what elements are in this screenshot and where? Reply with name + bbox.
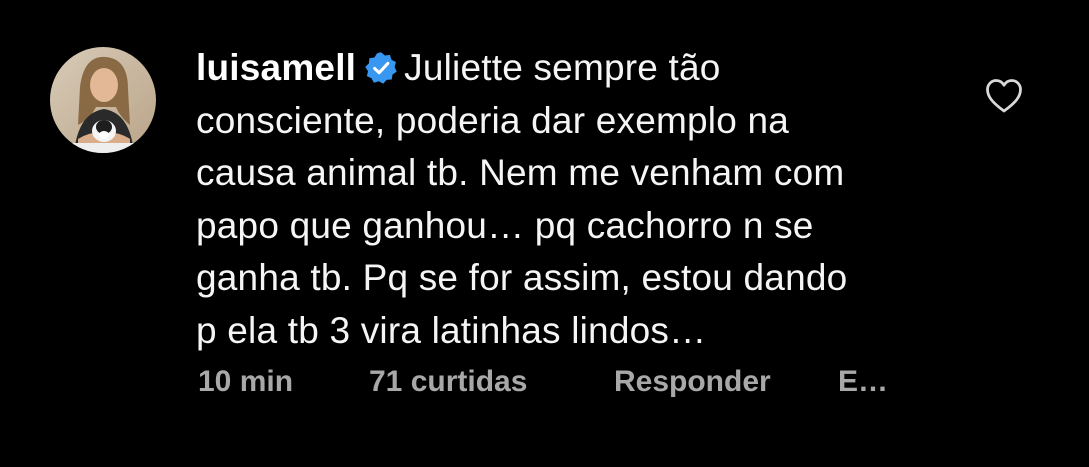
comment-item: luisamell Juliette sempre tão consciente,… — [0, 0, 1089, 467]
more-options-button[interactable]: E… — [838, 362, 888, 402]
comment-text: luisamell Juliette sempre tão consciente,… — [196, 42, 956, 357]
username-link[interactable]: luisamell — [196, 47, 356, 88]
reply-button[interactable]: Responder — [614, 362, 771, 402]
avatar-image — [50, 47, 156, 153]
comment-line-6: p ela tb 3 vira latinhas lindos… — [196, 309, 707, 351]
comment-first-line: luisamell Juliette sempre tão — [196, 42, 956, 95]
heart-outline-icon[interactable] — [985, 78, 1023, 114]
comment-line-4: papo que ganhou… pq cachorro n se — [196, 204, 814, 246]
comment-line-5: ganha tb. Pq se for assim, estou dando — [196, 257, 848, 298]
comment-timestamp: 10 min — [198, 365, 294, 398]
comment-line-3: causa animal tb. Nem me venham com — [196, 152, 845, 193]
comment-line-1: Juliette sempre tão — [404, 47, 721, 88]
comment-line-2: consciente, poderia dar exemplo na — [196, 99, 790, 141]
like-count[interactable]: 71 curtidas — [369, 362, 527, 402]
avatar[interactable] — [50, 47, 156, 153]
verified-badge-icon — [365, 52, 397, 84]
